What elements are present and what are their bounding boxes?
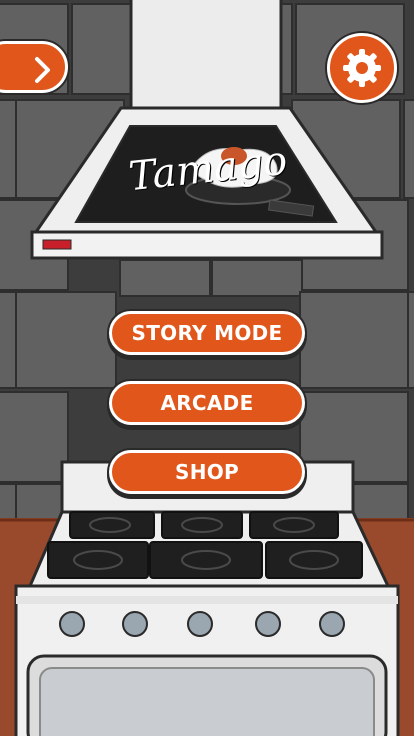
arcade-button[interactable]: ARCADE <box>109 381 305 425</box>
main-menu-screen: Tamago STORY MODE ARCADE SHOP <box>0 0 414 736</box>
story-mode-button[interactable]: STORY MODE <box>109 311 305 355</box>
chevron-right-icon <box>35 57 50 83</box>
shop-button[interactable]: SHOP <box>109 450 305 494</box>
settings-button[interactable] <box>327 33 397 103</box>
hood-chimney <box>129 0 283 110</box>
kitchen-background <box>0 0 414 736</box>
hood-indicator-light <box>42 239 72 250</box>
back-button[interactable] <box>0 41 68 93</box>
gear-icon <box>343 49 381 87</box>
